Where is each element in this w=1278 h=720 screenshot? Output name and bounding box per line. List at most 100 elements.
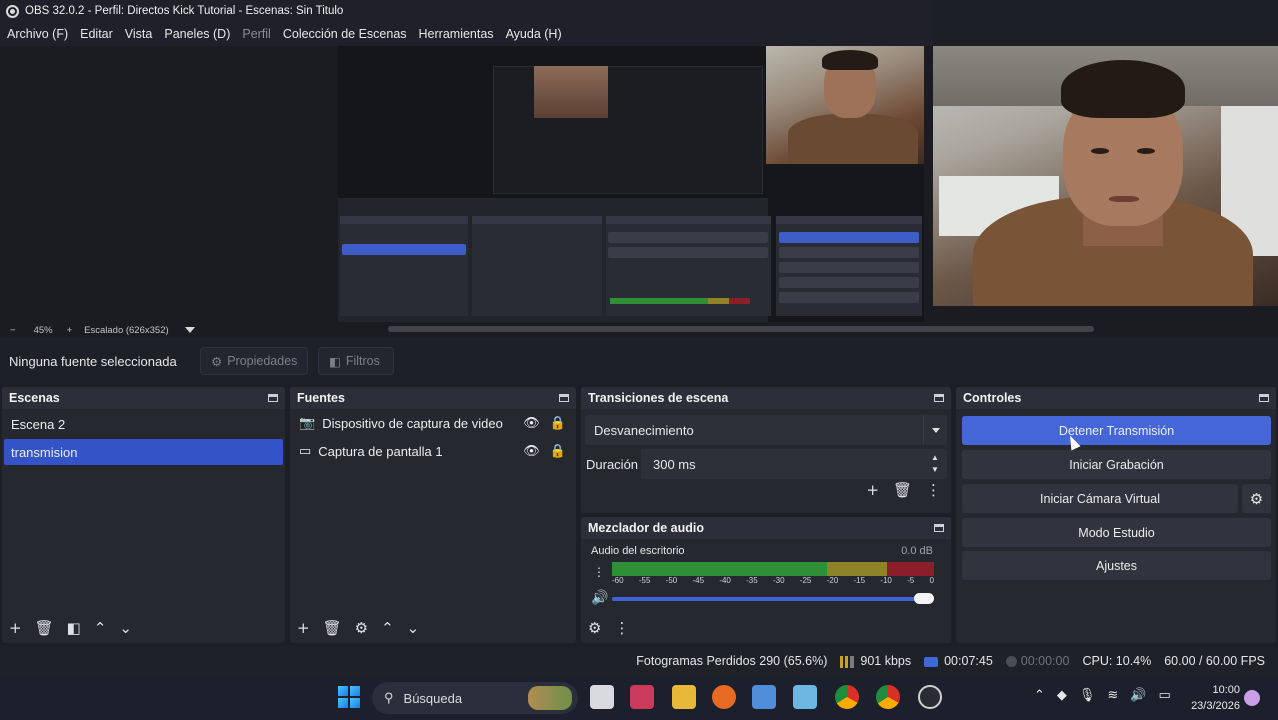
obs-logo-icon [6,4,19,18]
menu-paneles[interactable]: Paneles (D) [164,27,230,41]
zoom-out-button[interactable]: − [10,325,16,336]
menu-vista[interactable]: Vista [125,27,153,41]
bitrate-status: 901 kbps [840,654,911,668]
duration-input[interactable]: 300 ms ▲ ▼ [641,449,947,479]
monitor-icon: ▭ [299,443,312,458]
add-icon[interactable]: + [866,483,879,498]
live-status: 00:07:45 [924,654,993,668]
trash-icon[interactable]: 🗑 [323,620,342,636]
preview-area[interactable] [0,46,1278,322]
notification-icon[interactable] [1244,690,1260,706]
menu-ayuda[interactable]: Ayuda (H) [506,27,562,41]
studio-mode-button[interactable]: Modo Estudio [962,518,1271,547]
volume-meter [612,562,934,576]
more-options-icon[interactable]: ⋮ [614,620,629,636]
scene-item-selected[interactable]: transmision [4,439,283,465]
taskbar-search[interactable]: ⚲ Búsqueda [372,682,578,714]
filter-icon[interactable]: ◧ [67,620,81,636]
nested-screen-capture [338,46,922,322]
small-webcam-view [766,46,924,164]
menu-coleccion-escenas[interactable]: Colección de Escenas [283,27,407,41]
undock-icon[interactable] [934,524,944,532]
windows-start-icon[interactable] [338,686,360,708]
scenes-title: Escenas [9,391,60,405]
preview-canvas[interactable] [338,46,924,322]
file-explorer-icon[interactable] [672,685,696,709]
scenes-dock: Escenas Escena 2 transmision + 🗑 ◧ ⌃ ⌄ [2,387,285,643]
virtual-camera-settings-icon[interactable]: ⚙ [1242,484,1271,513]
clock-time: 10:00 [1212,684,1240,696]
sources-title: Fuentes [297,391,345,405]
start-virtual-camera-button[interactable]: Iniciar Cámara Virtual [962,484,1238,513]
lock-icon[interactable]: 🔒 [550,415,566,431]
mixer-title: Mezclador de audio [588,521,704,535]
undock-icon[interactable] [934,394,944,402]
chrome-icon[interactable] [835,685,859,709]
properties-label: Propiedades [227,354,298,368]
app-icon[interactable] [752,685,776,709]
duration-stepper[interactable]: ▲ ▼ [929,452,941,476]
webcam-feed [933,46,1278,306]
undock-icon[interactable] [1259,394,1269,402]
microphone-icon[interactable]: 🎙 [1079,688,1096,703]
meter-scale: -60 -55 -50 -45 -40 -35 -30 -25 -20 -15 -10 -5 0 [612,576,934,585]
channel-db: 0.0 dB [901,545,933,557]
scene-item[interactable]: Escena 2 [4,411,283,437]
properties-button[interactable]: ⚙ Propiedades [200,347,308,375]
gear-icon[interactable]: ⚙ [355,620,368,636]
start-recording-button[interactable]: Iniciar Grabación [962,450,1271,479]
eye-icon[interactable]: 👁 [523,415,540,431]
volume-slider[interactable] [612,597,934,601]
scaling-label: Escalado (626x352) [84,324,169,336]
settings-button[interactable]: Ajustes [962,551,1271,580]
preview-scrollbar[interactable] [388,326,1094,332]
menu-editar[interactable]: Editar [80,27,113,41]
add-icon[interactable]: + [9,620,22,636]
speaker-icon[interactable]: 🔊 [591,590,608,606]
trash-icon[interactable]: 🗑 [893,483,912,498]
obs-taskbar-icon[interactable] [918,685,942,709]
duration-value: 300 ms [653,456,696,472]
undock-icon[interactable] [559,394,569,402]
photos-icon[interactable] [793,685,817,709]
wifi-icon[interactable]: ≋ [1107,688,1118,703]
lock-icon[interactable]: 🔒 [550,443,566,459]
search-label: Búsqueda [403,690,463,706]
snipping-tool-icon[interactable] [630,685,654,709]
menu-herramientas[interactable]: Herramientas [419,27,494,41]
source-item[interactable]: 📷 Dispositivo de captura de video 👁 🔒 [290,409,576,437]
task-view-icon[interactable] [590,685,614,709]
channel-label: Audio del escritorio [591,545,685,557]
transition-select[interactable]: Desvanecimiento [585,415,947,445]
source-item[interactable]: ▭ Captura de pantalla 1 👁 🔒 [290,437,576,465]
shield-icon[interactable]: ◆ [1057,688,1067,703]
taskbar-clock[interactable]: 10:00 23/3/2026 [1180,682,1240,714]
move-up-icon[interactable]: ⌃ [381,620,394,636]
trash-icon[interactable]: 🗑 [35,620,54,636]
channel-menu-icon[interactable]: ⋮ [593,565,605,579]
add-icon[interactable]: + [297,620,310,636]
window-title: OBS 32.0.2 - Perfil: Directos Kick Tutor… [25,5,344,17]
chevron-down-icon[interactable] [923,415,947,445]
chevron-up-icon[interactable]: ⌃ [1034,688,1045,703]
more-options-icon[interactable]: ⋮ [926,483,941,498]
move-down-icon[interactable]: ⌄ [119,620,132,636]
volume-slider-handle[interactable] [914,593,934,604]
chrome-icon[interactable] [876,685,900,709]
live-icon [924,656,939,667]
move-down-icon[interactable]: ⌄ [407,620,420,636]
eye-icon[interactable]: 👁 [523,443,540,459]
system-tray: ⌃ ◆ 🎙 ≋ 🔊 ▭ [1034,688,1171,703]
zoom-in-button[interactable]: + [67,325,73,336]
menu-archivo[interactable]: Archivo (F) [7,27,68,41]
filters-button[interactable]: ◧ Filtros [318,347,394,375]
firefox-icon[interactable] [712,685,736,709]
undock-icon[interactable] [268,394,278,402]
move-up-icon[interactable]: ⌃ [94,620,107,636]
battery-icon[interactable]: ▭ [1159,688,1171,703]
advanced-audio-icon[interactable]: ⚙ [588,620,601,636]
scaling-dropdown-icon[interactable] [184,327,195,333]
stop-stream-button[interactable]: Detener Transmisión [962,416,1271,445]
volume-icon[interactable]: 🔊 [1130,688,1146,703]
menu-perfil[interactable]: Perfil [242,27,270,41]
